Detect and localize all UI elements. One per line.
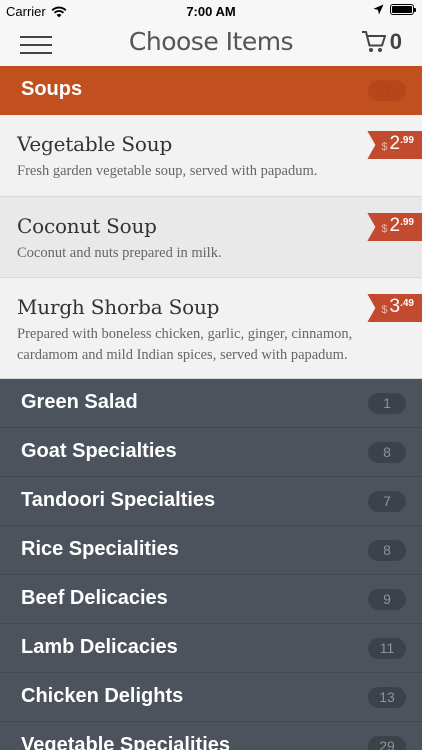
category-label: Lamb Delicacies xyxy=(21,636,178,658)
location-arrow-icon xyxy=(373,4,384,15)
menu-item[interactable]: Coconut Soup Coconut and nuts prepared i… xyxy=(0,197,422,278)
item-name: Coconut Soup xyxy=(17,214,157,238)
category-row[interactable]: Lamb Delicacies 11 xyxy=(0,624,422,673)
category-label: Beef Delicacies xyxy=(21,587,168,609)
item-description: Fresh garden vegetable soup, served with… xyxy=(17,163,318,179)
category-row[interactable]: Chicken Delights 13 xyxy=(0,673,422,722)
price-currency: $ xyxy=(381,141,388,153)
cart-count: 0 xyxy=(389,29,402,54)
category-count-badge: 7 xyxy=(368,491,406,512)
category-list: Green Salad 1 Goat Specialties 8 Tandoor… xyxy=(0,379,422,750)
category-label: Chicken Delights xyxy=(21,685,184,707)
category-row[interactable]: Goat Specialties 8 xyxy=(0,428,422,477)
menu-item[interactable]: Vegetable Soup Fresh garden vegetable so… xyxy=(0,115,422,197)
page-title: Choose Items xyxy=(128,27,294,56)
category-count-badge: 9 xyxy=(368,589,406,610)
category-row[interactable]: Green Salad 1 xyxy=(0,379,422,428)
category-row[interactable]: Beef Delicacies 9 xyxy=(0,575,422,624)
price-currency: $ xyxy=(381,304,388,316)
menu-item[interactable]: Murgh Shorba Soup Prepared with boneless… xyxy=(0,278,422,379)
status-bar: Carrier 7:00 AM xyxy=(0,0,422,22)
category-row[interactable]: Rice Specialities 8 xyxy=(0,526,422,575)
category-count-badge: 29 xyxy=(368,736,406,750)
item-name: Murgh Shorba Soup xyxy=(17,295,220,319)
price-tag: $ 3 .49 xyxy=(367,294,422,322)
category-label: Tandoori Specialties xyxy=(21,489,216,511)
price-tag: $ 2 .99 xyxy=(367,131,422,159)
item-description: Prepared with boneless chicken, garlic, … xyxy=(17,326,353,363)
item-list: Vegetable Soup Fresh garden vegetable so… xyxy=(0,115,422,379)
cart-icon xyxy=(361,31,386,52)
category-count-badge: 3 xyxy=(368,80,406,101)
category-label: Vegetable Specialities xyxy=(21,734,230,750)
category-label: Rice Specialities xyxy=(21,538,179,560)
nav-bar: Choose Items 0 xyxy=(0,22,422,66)
price-cents: .99 xyxy=(400,135,414,146)
price-tag: $ 2 .99 xyxy=(367,213,422,241)
item-name: Vegetable Soup xyxy=(17,132,173,156)
battery-icon xyxy=(390,4,416,15)
item-description: Coconut and nuts prepared in milk. xyxy=(17,245,222,261)
category-row[interactable]: Tandoori Specialties 7 xyxy=(0,477,422,526)
price-cents: .49 xyxy=(400,298,414,309)
category-header-soups[interactable]: Soups 3 xyxy=(0,66,422,115)
status-time: 7:00 AM xyxy=(186,4,236,19)
category-count-badge: 13 xyxy=(368,687,406,708)
price-main: 2 xyxy=(389,133,401,154)
category-label: Goat Specialties xyxy=(21,440,177,462)
category-count-badge: 1 xyxy=(368,393,406,414)
price-cents: .99 xyxy=(400,217,414,228)
category-label: Soups xyxy=(21,78,83,100)
category-count-badge: 8 xyxy=(368,540,406,561)
price-main: 2 xyxy=(389,215,401,236)
category-count-badge: 8 xyxy=(368,442,406,463)
status-right xyxy=(373,4,416,15)
category-label: Green Salad xyxy=(21,391,138,413)
price-main: 3 xyxy=(389,296,401,317)
price-currency: $ xyxy=(381,223,388,235)
battery-fill xyxy=(392,6,412,13)
category-count-badge: 11 xyxy=(368,638,406,659)
category-row[interactable]: Vegetable Specialities 29 xyxy=(0,722,422,750)
cart-button[interactable]: 0 xyxy=(361,29,402,55)
